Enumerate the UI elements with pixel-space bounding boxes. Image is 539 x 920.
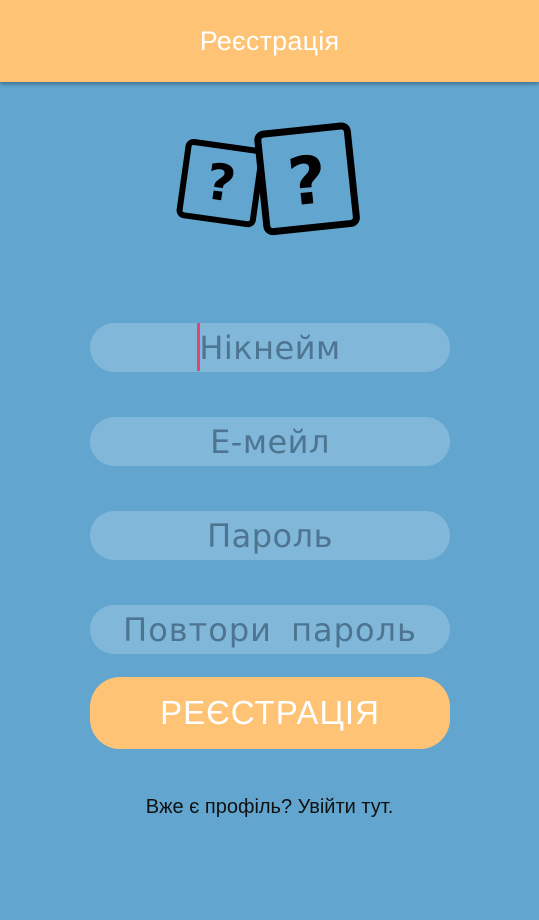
email-input[interactable]: Е-мейл — [90, 417, 450, 466]
app-bar: Реєстрація — [0, 0, 539, 82]
password-placeholder: Пароль — [207, 516, 333, 555]
nickname-placeholder: Нікнейм — [199, 328, 341, 367]
question-dice-icon: ? ? — [176, 122, 360, 236]
register-button[interactable]: РЕЄСТРАЦІЯ — [90, 677, 450, 749]
register-button-label: РЕЄСТРАЦІЯ — [160, 694, 380, 731]
svg-text:?: ? — [202, 152, 239, 213]
password-input[interactable]: Пароль — [90, 511, 450, 560]
repeat-password-placeholder: Повтори пароль — [123, 610, 417, 649]
email-placeholder: Е-мейл — [210, 422, 330, 461]
svg-text:?: ? — [284, 141, 330, 222]
text-caret — [197, 323, 200, 371]
nickname-input[interactable]: Нікнейм — [90, 323, 450, 372]
login-link[interactable]: Вже є профіль? Увійти тут. — [0, 796, 539, 819]
page-title: Реєстрація — [199, 25, 340, 56]
repeat-password-input[interactable]: Повтори пароль — [90, 605, 450, 654]
